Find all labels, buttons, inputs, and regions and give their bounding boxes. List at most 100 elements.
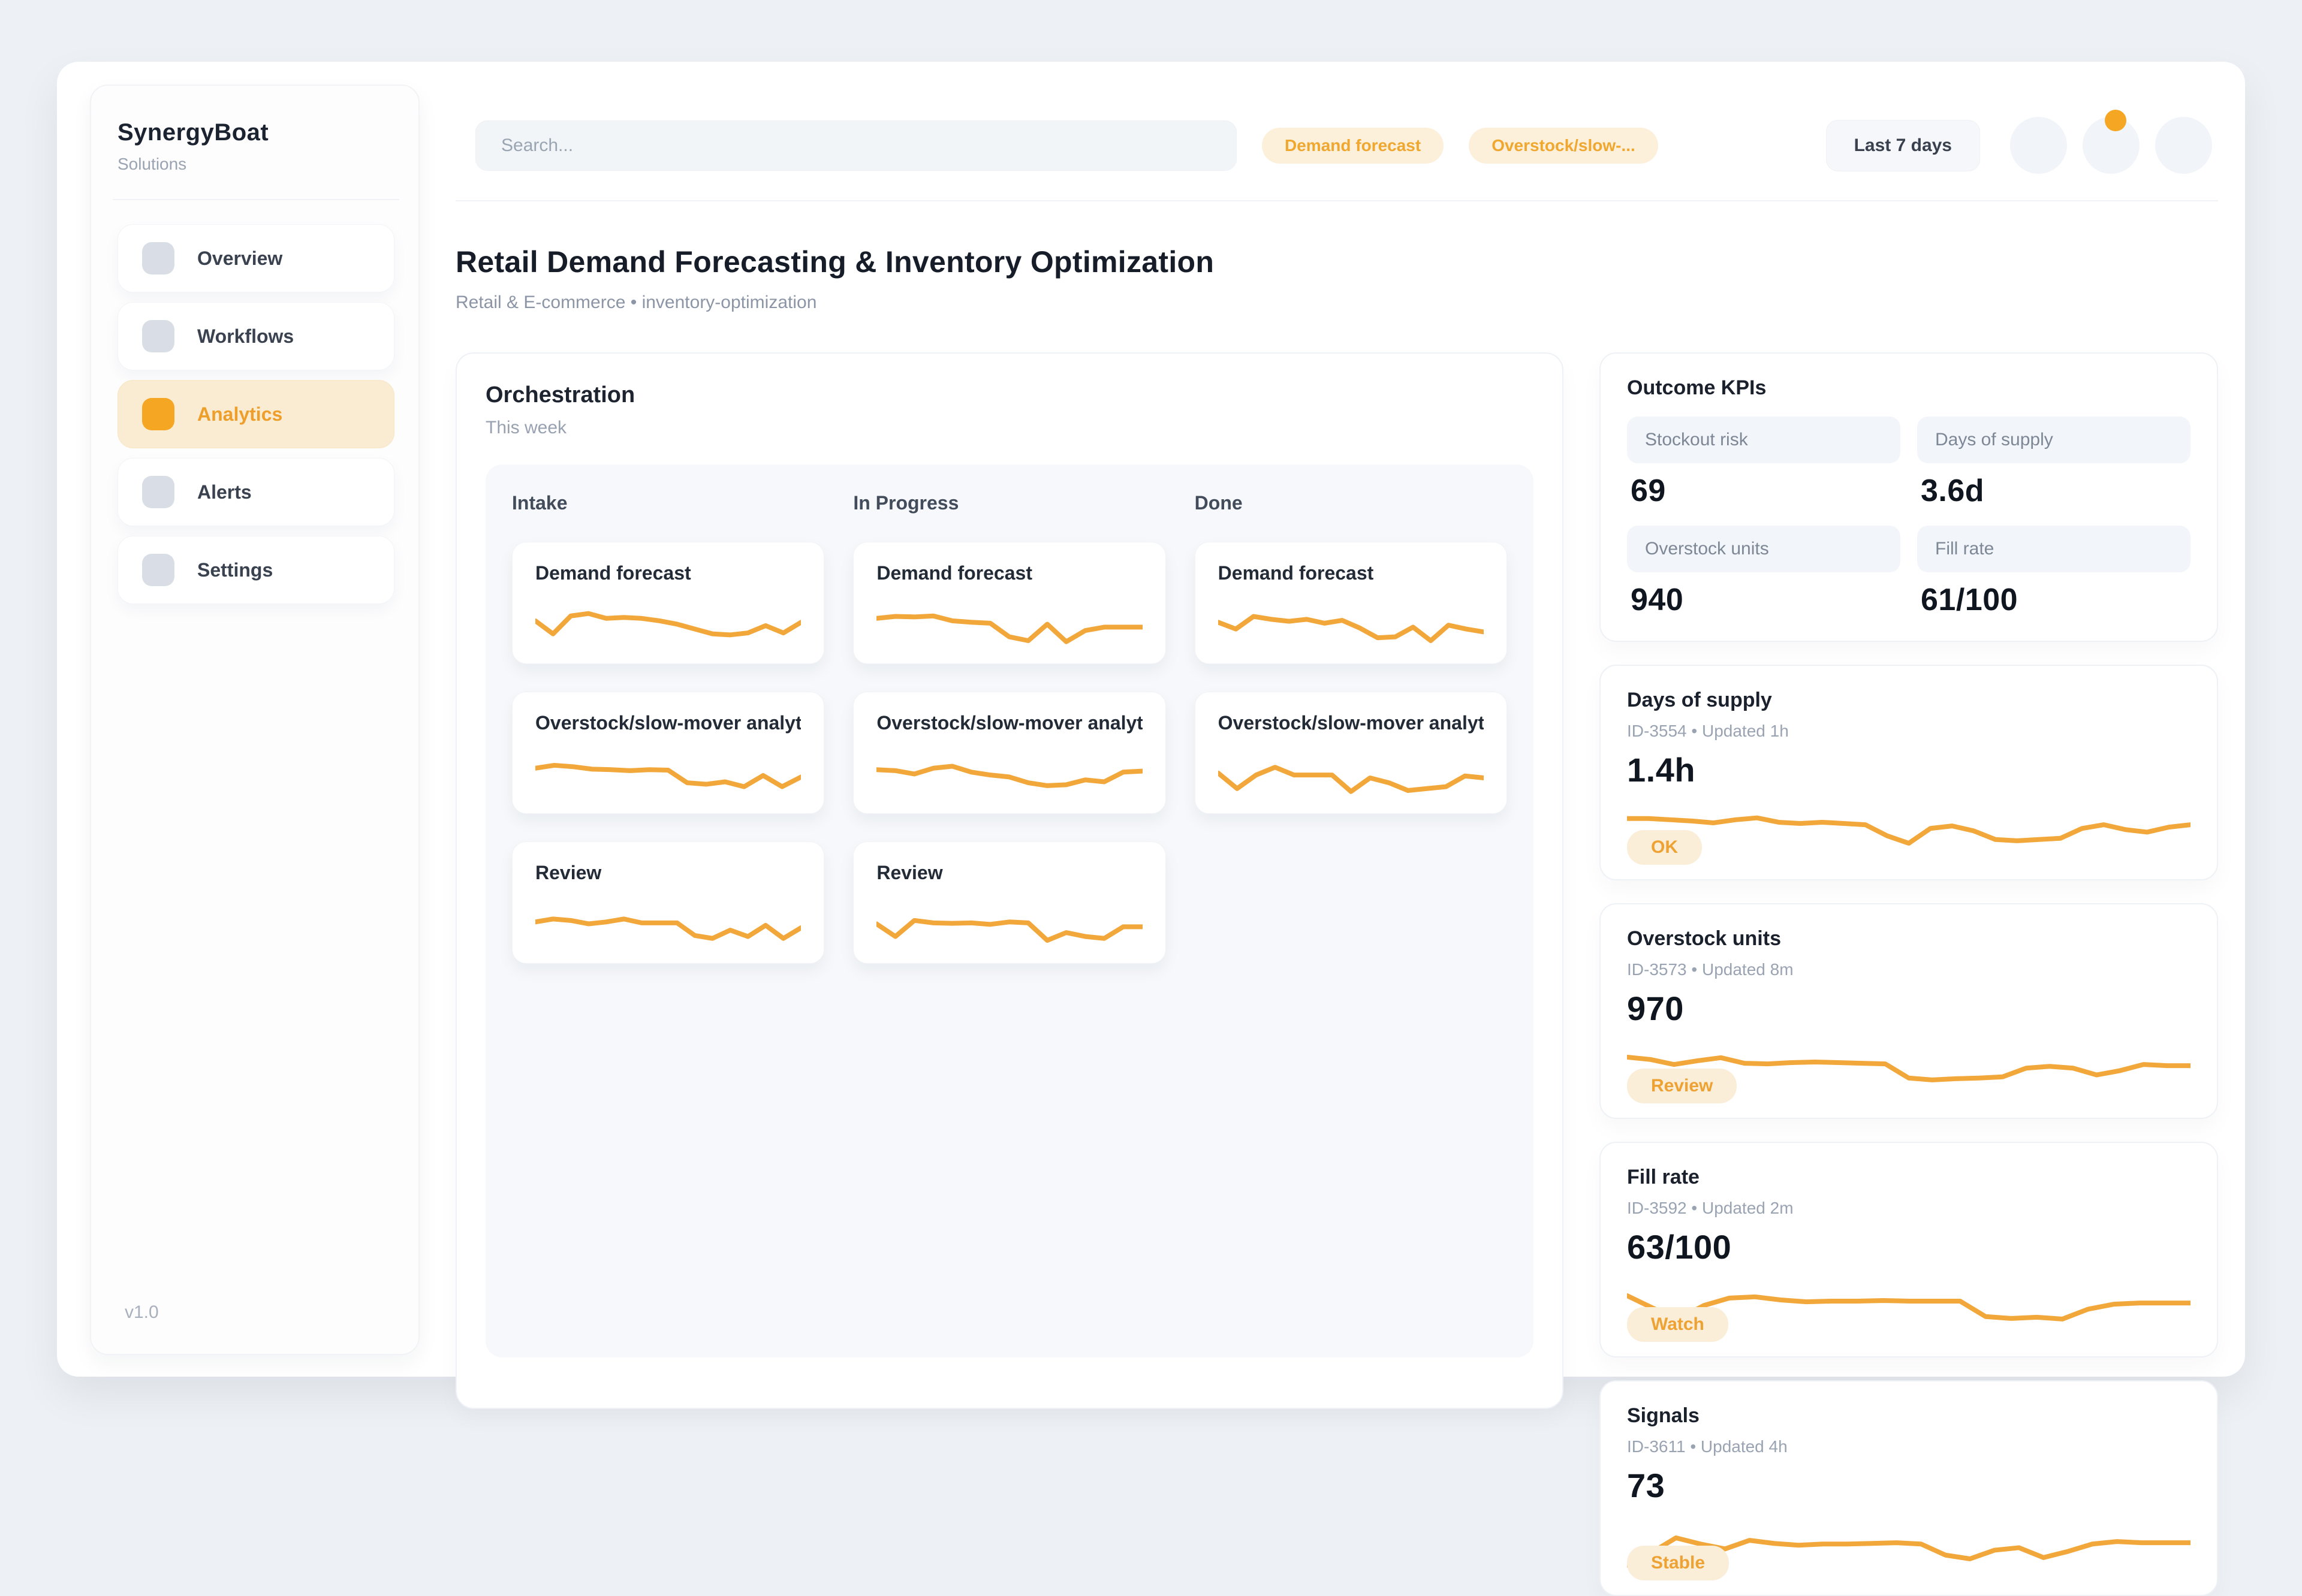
kanban-column-intake: Intake Demand forecast Overstock/slow-mo… bbox=[512, 492, 824, 1330]
settings-icon-button[interactable] bbox=[2155, 117, 2212, 174]
app-version: v1.0 bbox=[125, 1302, 159, 1323]
overview-icon bbox=[142, 242, 174, 274]
kanban-card[interactable]: Overstock/slow-mover analytics with bbox=[512, 692, 824, 814]
kanban-card[interactable]: Demand forecast bbox=[853, 542, 1165, 664]
card-title: Demand forecast bbox=[1218, 562, 1484, 584]
card-title: Demand forecast bbox=[535, 562, 801, 584]
kpi-grid: Stockout risk 69 Days of supply 3.6d Ove… bbox=[1627, 417, 2190, 620]
user-icon-button[interactable] bbox=[2010, 117, 2067, 174]
kanban-card[interactable]: Demand forecast bbox=[1195, 542, 1507, 664]
page-subtitle: Retail & E-commerce • inventory-optimiza… bbox=[456, 292, 2218, 313]
kpi-value: 61/100 bbox=[1921, 582, 2190, 618]
metric-chart-zone: OK bbox=[1627, 792, 2190, 859]
sparkline bbox=[535, 896, 801, 949]
kpi-label: Fill rate bbox=[1917, 526, 2190, 572]
metric-chart-zone: Review bbox=[1627, 1030, 2190, 1097]
content-row: Orchestration This week Intake Demand fo… bbox=[456, 352, 2218, 1596]
brand-name: SynergyBoat bbox=[117, 119, 394, 146]
status-badge: Stable bbox=[1627, 1546, 1729, 1580]
status-badge: OK bbox=[1627, 830, 1702, 865]
card-title: Review bbox=[876, 861, 1142, 884]
brand-subtitle: Solutions bbox=[117, 155, 394, 174]
kanban-card[interactable]: Review bbox=[853, 841, 1165, 964]
workflows-icon bbox=[142, 320, 174, 352]
main-area: Demand forecast Overstock/slow-... Last … bbox=[456, 85, 2218, 1365]
metric-value: 970 bbox=[1627, 989, 2190, 1028]
metric-value: 1.4h bbox=[1627, 750, 2190, 789]
metric-card-fill-rate: Fill rate ID-3592 • Updated 2m 63/100 Wa… bbox=[1599, 1142, 2218, 1357]
card-title: Overstock/slow-mover analytics with bbox=[535, 711, 801, 734]
sidebar-item-label: Settings bbox=[197, 559, 273, 581]
sparkline bbox=[1627, 792, 2190, 859]
analytics-icon bbox=[142, 398, 174, 430]
kpi-value: 3.6d bbox=[1921, 473, 2190, 509]
metric-title: Overstock units bbox=[1627, 927, 2190, 951]
kpi-label: Overstock units bbox=[1627, 526, 1900, 572]
topbar-actions bbox=[2010, 117, 2212, 174]
sidebar: SynergyBoat Solutions Overview Workflows… bbox=[90, 85, 420, 1355]
metric-card-days-of-supply: Days of supply ID-3554 • Updated 1h 1.4h… bbox=[1599, 665, 2218, 880]
sidebar-item-settings[interactable]: Settings bbox=[117, 536, 394, 604]
metric-value: 73 bbox=[1627, 1466, 2190, 1505]
kpi-value: 69 bbox=[1631, 473, 1900, 509]
sparkline bbox=[1218, 596, 1484, 649]
kanban-card[interactable]: Review bbox=[512, 841, 824, 964]
card-title: Overstock/slow-mover analytics with bbox=[1218, 711, 1484, 734]
metric-card-signals: Signals ID-3611 • Updated 4h 73 Stable bbox=[1599, 1380, 2218, 1596]
metric-value: 63/100 bbox=[1627, 1227, 2190, 1266]
settings-icon bbox=[142, 554, 174, 586]
date-range-button[interactable]: Last 7 days bbox=[1826, 120, 1980, 171]
status-badge: Review bbox=[1627, 1069, 1737, 1103]
sidebar-item-alerts[interactable]: Alerts bbox=[117, 458, 394, 526]
sidebar-item-label: Overview bbox=[197, 248, 282, 270]
filter-chip-demand-forecast[interactable]: Demand forecast bbox=[1262, 128, 1444, 164]
outcome-kpis-card: Outcome KPIs Stockout risk 69 Days of su… bbox=[1599, 352, 2218, 642]
column-header: Intake bbox=[512, 492, 824, 514]
kpi-tile-days-of-supply: Days of supply 3.6d bbox=[1917, 417, 2190, 511]
sidebar-item-workflows[interactable]: Workflows bbox=[117, 302, 394, 370]
kpi-label: Stockout risk bbox=[1627, 417, 1900, 463]
card-title: Demand forecast bbox=[876, 562, 1142, 584]
sidebar-item-label: Workflows bbox=[197, 325, 294, 348]
metric-title: Signals bbox=[1627, 1404, 2190, 1428]
kpi-value: 940 bbox=[1631, 582, 1900, 618]
filter-chip-overstock[interactable]: Overstock/slow-... bbox=[1469, 128, 1658, 164]
kpi-label: Days of supply bbox=[1917, 417, 2190, 463]
metric-title: Fill rate bbox=[1627, 1166, 2190, 1189]
sparkline bbox=[876, 896, 1142, 949]
sparkline bbox=[876, 746, 1142, 799]
kanban-column-in-progress: In Progress Demand forecast Overstock/sl… bbox=[853, 492, 1165, 1330]
sparkline bbox=[535, 596, 801, 649]
notification-dot bbox=[2105, 110, 2126, 131]
sidebar-item-label: Alerts bbox=[197, 481, 252, 503]
notifications-icon-button[interactable] bbox=[2083, 117, 2140, 174]
app-canvas: SynergyBoat Solutions Overview Workflows… bbox=[57, 62, 2245, 1377]
alerts-icon bbox=[142, 476, 174, 508]
outcome-kpis-title: Outcome KPIs bbox=[1627, 376, 2190, 400]
sparkline bbox=[876, 596, 1142, 649]
sidebar-item-analytics[interactable]: Analytics bbox=[117, 380, 394, 448]
metric-title: Days of supply bbox=[1627, 689, 2190, 712]
kanban-card[interactable]: Demand forecast bbox=[512, 542, 824, 664]
kanban-card[interactable]: Overstock/slow-mover analytics with bbox=[1195, 692, 1507, 814]
metric-meta: ID-3592 • Updated 2m bbox=[1627, 1199, 2190, 1218]
sparkline bbox=[1218, 746, 1484, 799]
orchestration-title: Orchestration bbox=[486, 382, 1533, 408]
sidebar-item-label: Analytics bbox=[197, 403, 282, 426]
page-header: Retail Demand Forecasting & Inventory Op… bbox=[456, 201, 2218, 313]
orchestration-subtitle: This week bbox=[486, 418, 1533, 438]
card-title: Overstock/slow-mover analytics with bbox=[876, 711, 1142, 734]
kpi-tile-fill-rate: Fill rate 61/100 bbox=[1917, 526, 2190, 620]
metric-chart-zone: Watch bbox=[1627, 1269, 2190, 1336]
kanban-board: Intake Demand forecast Overstock/slow-mo… bbox=[486, 464, 1533, 1357]
kpi-tile-stockout-risk: Stockout risk 69 bbox=[1627, 417, 1900, 511]
metric-meta: ID-3554 • Updated 1h bbox=[1627, 722, 2190, 741]
card-title: Review bbox=[535, 861, 801, 884]
sidebar-item-overview[interactable]: Overview bbox=[117, 224, 394, 292]
search-input[interactable] bbox=[475, 120, 1237, 171]
metric-card-overstock-units: Overstock units ID-3573 • Updated 8m 970… bbox=[1599, 903, 2218, 1119]
kanban-card[interactable]: Overstock/slow-mover analytics with bbox=[853, 692, 1165, 814]
page-title: Retail Demand Forecasting & Inventory Op… bbox=[456, 245, 2218, 279]
kpi-tile-overstock-units: Overstock units 940 bbox=[1627, 526, 1900, 620]
sidebar-divider bbox=[113, 199, 399, 200]
